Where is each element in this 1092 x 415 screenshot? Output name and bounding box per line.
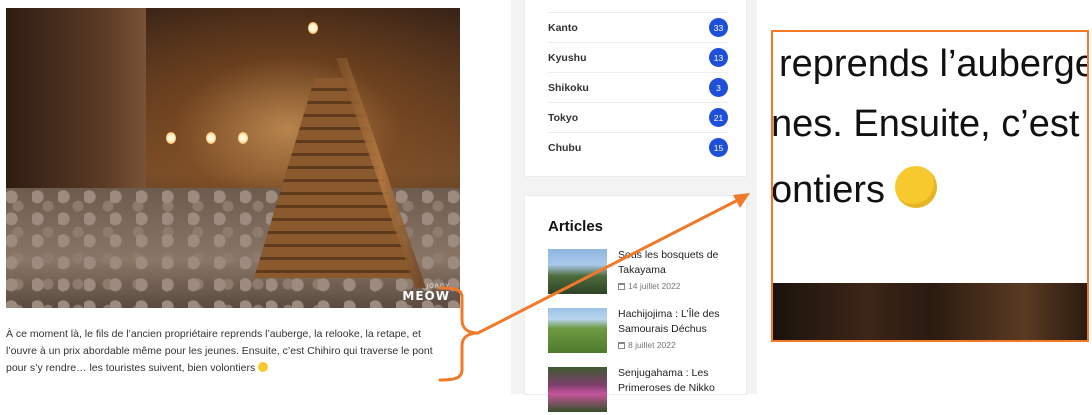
region-count-badge: 13 [709,48,728,67]
region-name: Kanto [548,21,578,34]
region-item-shikoku[interactable]: Shikoku 3 [548,72,728,102]
article-title-link[interactable]: Hachijojima : L’Île des Samourais Déchus [618,307,736,337]
lamp [166,132,176,144]
article-thumbnail[interactable] [548,308,607,353]
article-item[interactable]: Hachijojima : L’Île des Samourais Déchus… [548,308,738,356]
region-count-badge: 3 [709,78,728,97]
lamp [238,132,248,144]
lamp [206,132,216,144]
region-name: Kyushu [548,51,587,64]
region-item-chubu[interactable]: Chubu 15 [548,132,728,162]
article-thumbnail[interactable] [548,249,607,294]
article-date: 8 juillet 2022 [618,340,676,350]
region-name: Chubu [548,141,582,154]
lamp [308,22,318,34]
article-date-text: 8 juillet 2022 [628,340,676,350]
article-date: 14 juillet 2022 [618,281,680,291]
article-paragraph: À ce moment là, le fils de l’ancien prop… [6,326,451,377]
articles-widget: Articles Sous les bosquets de Takayama 1… [525,196,746,412]
articles-heading: Articles [548,218,604,235]
article-title-link[interactable]: Sous les bosquets de Takayama [618,248,736,278]
article-photo: JORDY MEOW [6,8,460,308]
article-date-text: 14 juillet 2022 [628,281,681,291]
region-name: Tokyo [548,111,579,124]
article-item[interactable]: Sous les bosquets de Takayama 14 juillet… [548,249,738,297]
zoom-photo-strip [773,283,1087,340]
zoom-callout: reprends l’auberge nes. Ensuite, c’est o… [771,30,1089,342]
region-count-badge: 33 [709,18,728,37]
region-count-badge: 21 [709,108,728,127]
region-count-badge: 15 [709,138,728,157]
regions-widget: Kanto 33 Kyushu 13 Shikoku 3 Tokyo 21 Ch… [525,0,746,176]
zoom-line-3-text: ontiers [771,169,886,211]
region-item-kyushu[interactable]: Kyushu 13 [548,42,728,72]
watermark-main: MEOW [402,289,450,303]
region-item-tokyo[interactable]: Tokyo 21 [548,102,728,132]
article-title-link[interactable]: Senjugahama : Les Primeroses de Nikko [618,366,736,396]
calendar-icon [618,342,625,349]
zoom-line-2: nes. Ensuite, c’est [771,103,1080,145]
article-thumbnail[interactable] [548,367,607,412]
calendar-icon [618,283,625,290]
photo-watermark: JORDY MEOW [402,284,450,303]
photo-staircase [254,78,414,278]
region-name: Shikoku [548,81,589,94]
smiley-icon [895,166,938,208]
smiley-icon [258,362,269,372]
article-item[interactable]: Senjugahama : Les Primeroses de Nikko [548,367,738,415]
region-item-kanto[interactable]: Kanto 33 [548,12,728,42]
zoom-line-1: reprends l’auberge [779,43,1089,85]
zoom-line-3: ontiers [771,166,938,212]
paragraph-text: À ce moment là, le fils de l’ancien prop… [6,328,433,374]
